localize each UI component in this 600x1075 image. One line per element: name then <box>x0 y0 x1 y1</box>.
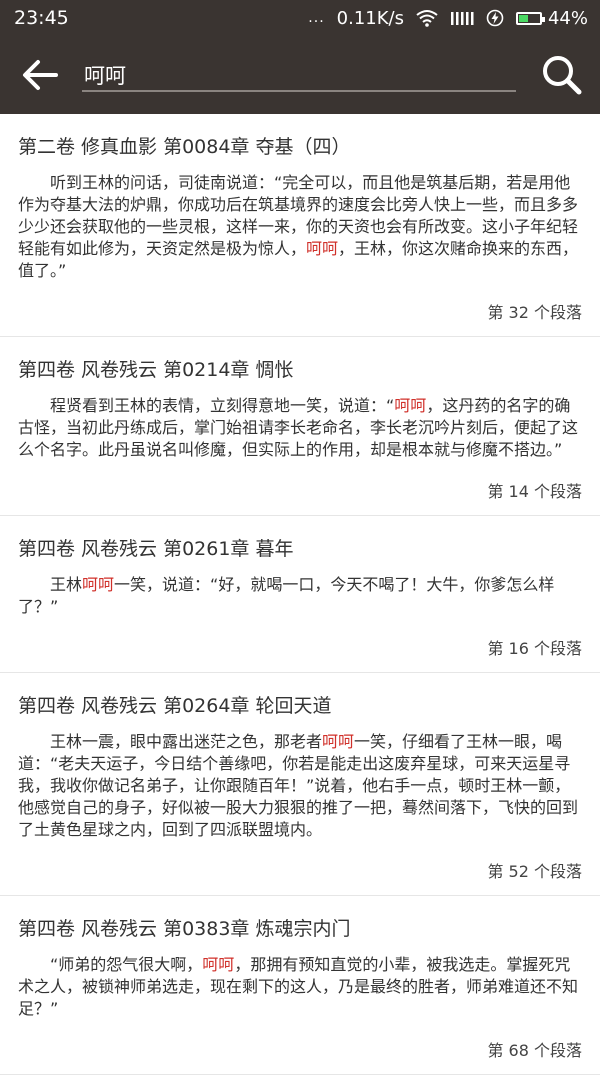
paragraph-count: 第 16 个段落 <box>487 639 582 658</box>
result-title: 第四卷 风卷残云 第0261章 暮年 <box>18 538 294 560</box>
snippet-text: 程贤看到王林的表情，立刻得意地一笑，说道：“ <box>50 396 395 415</box>
arrow-left-icon <box>23 60 58 90</box>
snippet-highlight: 呵呵 <box>394 396 427 415</box>
result-snippet: 程贤看到王林的表情，立刻得意地一笑，说道：“呵呵，这丹药的名字的确古怪，当初此丹… <box>18 395 582 461</box>
paragraph-count: 第 14 个段落 <box>487 482 582 501</box>
search-toolbar <box>0 36 600 114</box>
result-snippet: 听到王林的问话，司徒南说道：“完全可以，而且他是筑基后期，若是用他作为夺基大法的… <box>18 172 582 282</box>
notification-dots: ... <box>308 10 325 26</box>
status-bar: 23:45 ... 0.11K/s 44% <box>0 0 600 36</box>
battery-level <box>518 14 528 22</box>
paragraph-count: 第 32 个段落 <box>487 303 582 322</box>
result-item[interactable]: 第四卷 风卷残云 第0264章 轮回天道王林一震，眼中露出迷茫之色，那老者呵呵一… <box>0 673 600 896</box>
snippet-text: “师弟的怨气很大啊， <box>50 955 203 974</box>
search-input[interactable] <box>82 63 516 87</box>
battery-icon <box>515 11 545 25</box>
result-title: 第四卷 风卷残云 第0383章 炼魂宗内门 <box>18 918 351 940</box>
search-underline <box>82 90 516 92</box>
snippet-highlight: 呵呵 <box>82 575 115 594</box>
result-title: 第二卷 修真血影 第0084章 夺基（四） <box>18 136 351 158</box>
snippet-highlight: 呵呵 <box>322 732 355 751</box>
battery: 44% <box>515 7 588 29</box>
search-field <box>82 50 516 100</box>
paragraph-count: 第 52 个段落 <box>487 862 582 881</box>
snippet-text: 王林 <box>50 575 83 594</box>
signal-icon <box>450 12 474 25</box>
result-snippet: 王林一震，眼中露出迷茫之色，那老者呵呵一笑，仔细看了王林一眼，喝道：“老夫天运子… <box>18 731 582 841</box>
result-snippet: “师弟的怨气很大啊，呵呵，那拥有预知直觉的小辈，被我选走。掌握死咒术之人，被锁神… <box>18 954 582 1020</box>
snippet-highlight: 呵呵 <box>306 239 339 258</box>
result-title: 第四卷 风卷残云 第0264章 轮回天道 <box>18 695 332 717</box>
wifi-icon <box>416 10 438 27</box>
result-item[interactable]: 第四卷 风卷残云 第0261章 暮年王林呵呵一笑，说道：“好，就喝一口，今天不喝… <box>0 516 600 673</box>
back-button[interactable] <box>18 53 62 97</box>
result-item[interactable]: 第二卷 修真血影 第0084章 夺基（四） 听到王林的问话，司徒南说道：“完全可以… <box>0 114 600 337</box>
snippet-text: 王林一震，眼中露出迷茫之色，那老者 <box>50 732 323 751</box>
snippet-highlight: 呵呵 <box>202 955 235 974</box>
network-speed: 0.11K/s <box>336 7 404 29</box>
search-button[interactable] <box>538 51 586 99</box>
search-icon <box>543 56 582 95</box>
result-item[interactable]: 第四卷 风卷残云 第0214章 惆怅程贤看到王林的表情，立刻得意地一笑，说道：“… <box>0 337 600 516</box>
status-right: ... 0.11K/s 44% <box>308 8 588 29</box>
battery-percent: 44% <box>547 7 588 29</box>
result-title: 第四卷 风卷残云 第0214章 惆怅 <box>18 359 294 381</box>
search-results-list: 第二卷 修真血影 第0084章 夺基（四） 听到王林的问话，司徒南说道：“完全可以… <box>0 114 600 1075</box>
status-time: 23:45 <box>14 7 69 29</box>
charging-icon <box>486 9 504 27</box>
result-snippet: 王林呵呵一笑，说道：“好，就喝一口，今天不喝了！大牛，你爹怎么样了？” <box>18 574 582 618</box>
result-item[interactable]: 第四卷 风卷残云 第0383章 炼魂宗内门 “师弟的怨气很大啊，呵呵，那拥有预知直… <box>0 896 600 1075</box>
